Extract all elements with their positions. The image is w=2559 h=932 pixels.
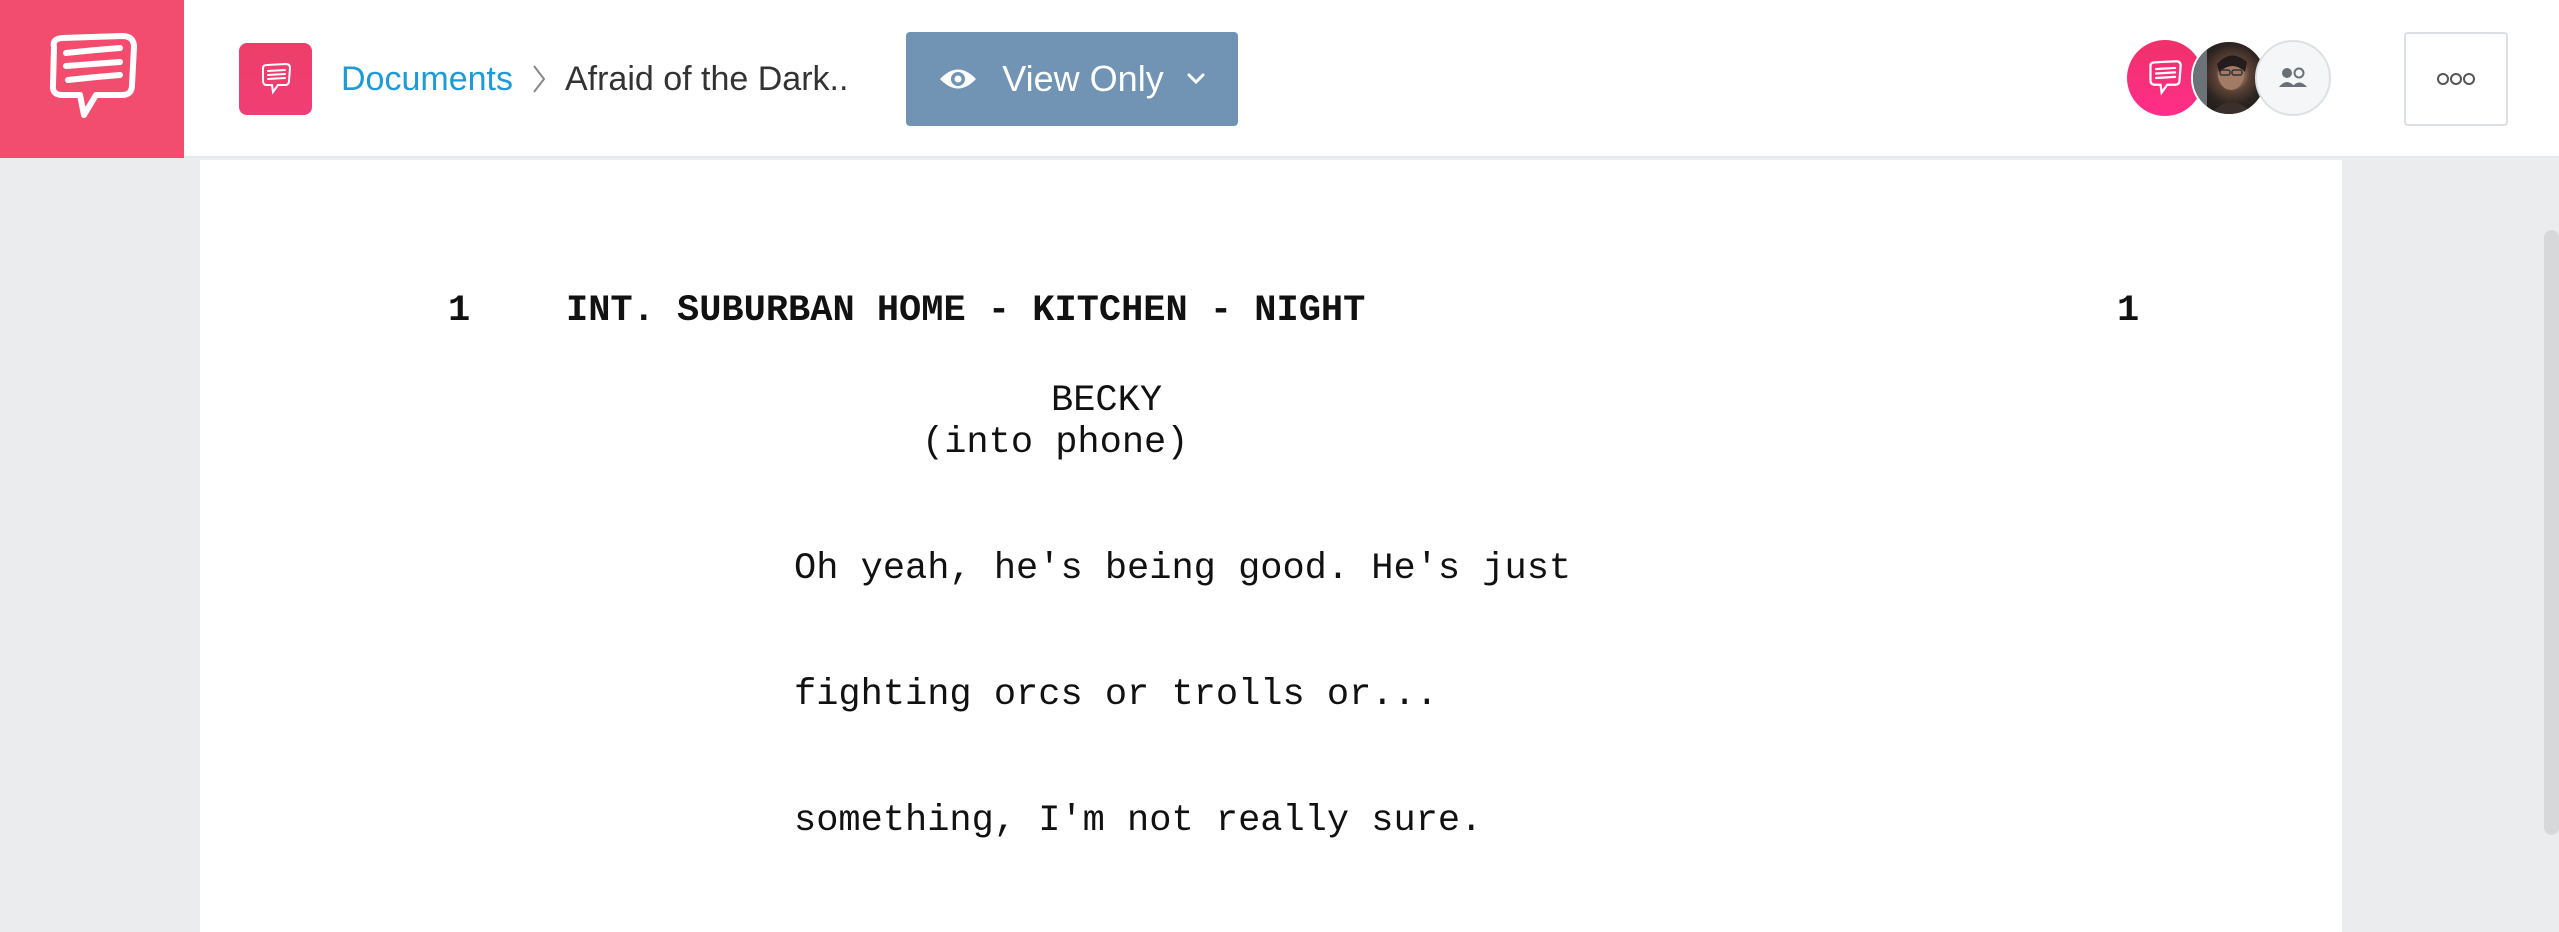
app-logo[interactable]	[0, 0, 184, 158]
breadcrumb-documents-link[interactable]: Documents	[341, 60, 513, 99]
speech-bubble-logo-icon	[49, 33, 137, 118]
scene-heading: INT. SUBURBAN HOME - KITCHEN - NIGHT	[566, 290, 1366, 332]
more-options-button[interactable]	[2404, 32, 2508, 126]
avatar-share-group[interactable]	[2255, 40, 2331, 116]
view-only-dropdown-button[interactable]: View Only	[906, 32, 1238, 126]
top-bar: Documents Afraid of the Dark.. View Only	[0, 0, 2559, 158]
document-app-icon[interactable]	[239, 43, 312, 115]
dialogue-line: something, I'm not really sure.	[794, 800, 1483, 842]
more-options-icon	[2437, 73, 2475, 85]
vertical-scrollbar[interactable]	[2542, 160, 2559, 932]
chevron-down-icon	[1186, 72, 1206, 86]
dialogue-line: Oh yeah, he's being good. He's just	[794, 548, 1572, 590]
breadcrumb: Documents Afraid of the Dark..	[341, 50, 848, 108]
dialogue-line: fighting orcs or trolls or...	[794, 674, 1438, 716]
breadcrumb-current-document: Afraid of the Dark..	[564, 59, 849, 98]
chevron-right-icon	[531, 62, 547, 96]
speech-bubble-icon	[2149, 60, 2182, 96]
parenthetical: (into phone)	[922, 422, 1189, 464]
speech-bubble-icon	[261, 62, 291, 95]
scrollbar-thumb[interactable]	[2544, 230, 2559, 835]
character-name: BECKY	[1051, 380, 1163, 422]
scene-number-left: 1	[448, 290, 471, 332]
view-only-label: View Only	[1002, 58, 1164, 99]
users-icon	[2279, 67, 2307, 87]
scene-number-right: 1	[2117, 290, 2140, 332]
eye-icon	[938, 66, 978, 92]
dialogue-block: Oh yeah, he's being good. He's just figh…	[794, 464, 1571, 926]
script-page: 1 INT. SUBURBAN HOME - KITCHEN - NIGHT 1…	[200, 160, 2342, 932]
